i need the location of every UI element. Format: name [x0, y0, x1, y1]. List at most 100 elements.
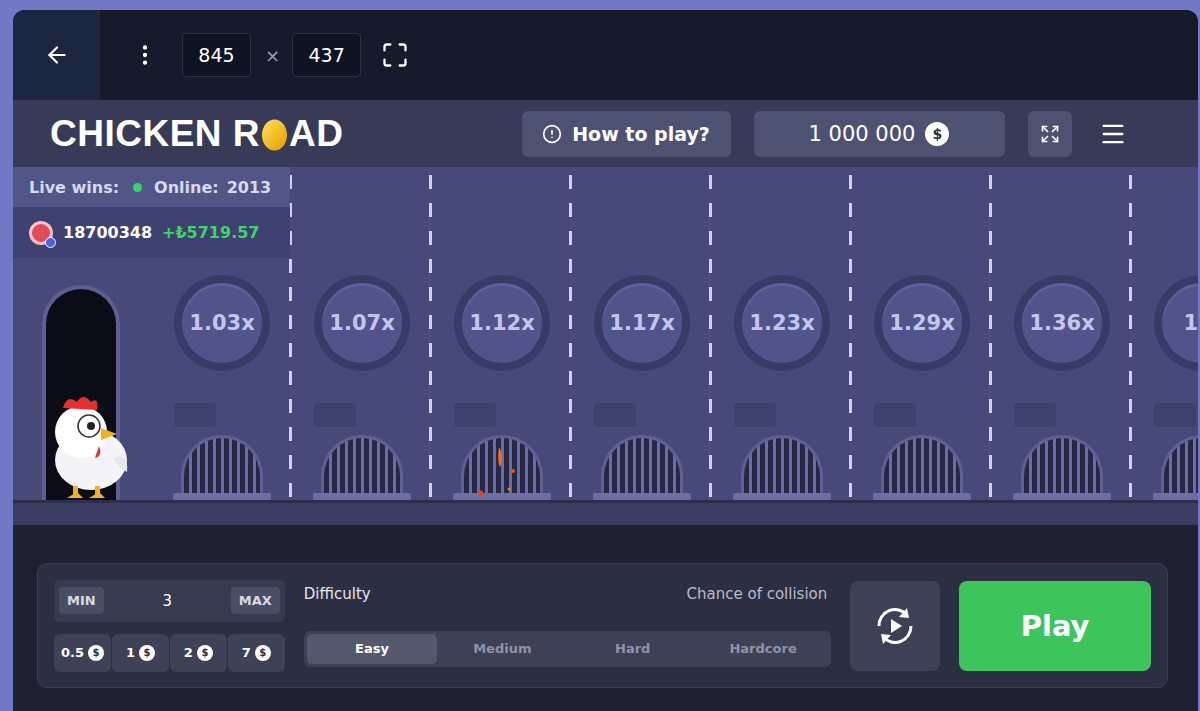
egg-icon: [261, 117, 288, 151]
max-button[interactable]: MAX: [231, 587, 280, 614]
grate-base: [1013, 493, 1111, 500]
grate-bars: [881, 435, 963, 493]
how-to-play-button[interactable]: How to play?: [522, 111, 731, 157]
currency-coin: $: [88, 645, 104, 661]
back-button[interactable]: [13, 10, 100, 100]
multiplier-circle: 1.23x: [734, 275, 830, 371]
grate-bars: [181, 435, 263, 493]
difficulty-tab[interactable]: Hard: [568, 634, 698, 664]
brick: [1014, 403, 1056, 427]
min-button[interactable]: MIN: [59, 587, 104, 614]
brick: [174, 403, 216, 427]
multiplier-label: 1.23x: [742, 283, 822, 363]
grate-base: [593, 493, 691, 500]
lane[interactable]: 1.07x: [292, 167, 432, 500]
lane[interactable]: 1.4: [1132, 167, 1198, 500]
fullscreen-button[interactable]: [381, 41, 409, 69]
chip-button[interactable]: 7$: [228, 634, 285, 672]
grate-base: [733, 493, 831, 500]
brick: [874, 403, 916, 427]
grate-bars: [461, 435, 543, 493]
multiplier-label: 1.29x: [882, 283, 962, 363]
arrow-left-icon: [44, 42, 70, 68]
grate-bars: [1021, 435, 1103, 493]
difficulty-tabs: EasyMediumHardHardcore: [304, 631, 832, 667]
sewer-grate: [733, 435, 831, 500]
lane[interactable]: 1.29x: [852, 167, 992, 500]
control-panel: MIN 3 MAX 0.5$1$2$7$ DifficultyChance of col…: [37, 563, 1168, 688]
live-win-row: 18700348+₺5719.57: [13, 207, 290, 258]
sewer-grate: [1153, 435, 1198, 500]
fire-icon: [469, 445, 525, 495]
grate-bars: [321, 435, 403, 493]
multiplier-label: 1.07x: [322, 283, 402, 363]
logo: CHICKEN RAD: [50, 113, 344, 155]
multiplier-label: 1.4: [1162, 283, 1198, 363]
expand-icon: [1040, 124, 1060, 144]
grate-base: [1153, 493, 1198, 500]
multiplier-circle: 1.03x: [174, 275, 270, 371]
fullscreen-icon: [381, 41, 409, 69]
auto-play-icon: [873, 606, 917, 646]
page: 845 × 437 CHICKEN RAD How to play? 1 000 000$…: [0, 0, 1200, 711]
balance: 1 000 000$: [754, 111, 1005, 157]
dots-vertical-icon: [132, 42, 158, 68]
grate-base: [873, 493, 971, 500]
difficulty-box: DifficultyChance of collisionEasyMediumH…: [304, 585, 832, 667]
menu-icon: [1099, 120, 1127, 148]
bet-box: MIN 3 MAX 0.5$1$2$7$: [54, 580, 285, 672]
grate-base: [173, 493, 271, 500]
play-button[interactable]: Play: [959, 581, 1151, 671]
currency-coin: $: [925, 122, 949, 146]
multiplier-circle: 1.12x: [454, 275, 550, 371]
brick: [1154, 403, 1196, 427]
chicken-icon: [43, 388, 135, 500]
lane[interactable]: 1.12x: [432, 167, 572, 500]
multiplier-circle: 1.17x: [594, 275, 690, 371]
grate-base: [453, 493, 551, 500]
grate-base: [313, 493, 411, 500]
brick: [594, 403, 636, 427]
chip-button[interactable]: 2$: [170, 634, 227, 672]
multiplier-circle: 1.36x: [1014, 275, 1110, 371]
currency-coin: $: [255, 645, 271, 661]
multiplier-circle: 1.4: [1154, 275, 1198, 371]
brick: [454, 403, 496, 427]
sewer-grate: [453, 435, 551, 500]
lane[interactable]: 1.17x: [572, 167, 712, 500]
currency-coin: $: [139, 645, 155, 661]
ground: [13, 500, 1198, 525]
grate-bars: [601, 435, 683, 493]
width-input[interactable]: 845: [182, 33, 251, 77]
grate-bars: [741, 435, 823, 493]
menu-button[interactable]: [1099, 120, 1127, 148]
bet-input[interactable]: 3: [162, 592, 172, 610]
more-button[interactable]: [132, 42, 158, 68]
height-input[interactable]: 437: [292, 33, 361, 77]
difficulty-tab[interactable]: Medium: [437, 634, 567, 664]
lane[interactable]: 1.23x: [712, 167, 852, 500]
dev-toolbar: 845 × 437: [13, 10, 1198, 100]
grate-bars: [1161, 435, 1198, 493]
difficulty-tab[interactable]: Easy: [307, 634, 437, 664]
chip-button[interactable]: 0.5$: [54, 634, 111, 672]
live-wins-header: Live wins:Online:2013: [13, 167, 290, 207]
controls: MIN 3 MAX 0.5$1$2$7$ DifficultyChance of col…: [13, 525, 1198, 711]
avatar-icon: [29, 221, 53, 245]
brick: [314, 403, 356, 427]
sewer-grate: [173, 435, 271, 500]
chip-button[interactable]: 1$: [112, 634, 169, 672]
expand-button[interactable]: [1028, 111, 1072, 157]
sewer-grate: [873, 435, 971, 500]
game-header: CHICKEN RAD How to play? 1 000 000$: [13, 100, 1198, 167]
difficulty-tab[interactable]: Hardcore: [698, 634, 828, 664]
info-icon: [542, 124, 562, 144]
live-wins-panel: Live wins:Online:201318700348+₺5719.57: [13, 167, 290, 258]
difficulty-labels: DifficultyChance of collision: [304, 585, 832, 603]
lane[interactable]: 1.36x: [992, 167, 1132, 500]
sewer-grate: [593, 435, 691, 500]
multiplier-label: 1.03x: [182, 283, 262, 363]
auto-button[interactable]: [850, 581, 940, 671]
times-sign: ×: [265, 45, 280, 66]
multiplier-circle: 1.07x: [314, 275, 410, 371]
